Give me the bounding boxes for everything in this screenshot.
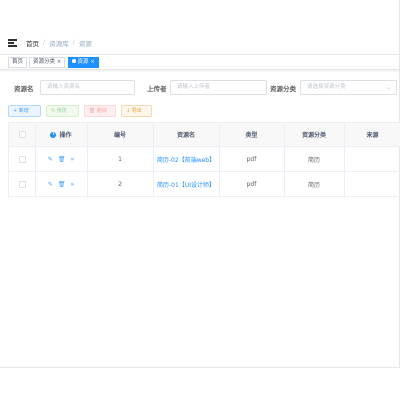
more-icon[interactable]: » [70, 156, 74, 163]
select-all-checkbox[interactable] [18, 131, 26, 138]
close-icon[interactable]: × [91, 59, 95, 65]
column-header-type: 类型 [245, 132, 258, 139]
column-header-name: 资源名 [176, 132, 195, 139]
row-select-cell [9, 147, 35, 171]
column-header-category: 资源分类 [301, 132, 326, 139]
divider [0, 367, 400, 368]
row-type: pdf [246, 155, 257, 163]
breadcrumb-separator: / [43, 38, 46, 46]
more-icon[interactable]: » [70, 181, 74, 188]
resource-table: i 操作 编号 资源名 类型 资源分类 来源 ✎ 🗑 » 1 简历-02【前端we… [8, 122, 400, 197]
resource-name-label: 资源名 [14, 85, 34, 93]
hamburger-icon[interactable] [8, 39, 17, 47]
row-checkbox[interactable] [18, 180, 26, 188]
column-header-actions: i 操作 [35, 123, 87, 146]
row-checkbox[interactable] [18, 155, 26, 163]
export-button[interactable]: ↓ 导出 [121, 105, 152, 117]
tag-label: 资源 [77, 59, 89, 65]
resource-name-input[interactable]: 请输入资源名 [40, 80, 135, 95]
tag-resource-category[interactable]: 资源分类 × [29, 57, 66, 68]
resource-name-link[interactable]: 简历-02【前端web】 [153, 147, 219, 171]
resource-name-link[interactable]: 简历-01【UI设计师】 [153, 172, 219, 196]
edit-icon[interactable]: ✎ [48, 156, 53, 163]
select-all-cell [9, 123, 35, 146]
row-source [344, 172, 400, 196]
table-row[interactable]: ✎ 🗑 » 2 简历-01【UI设计师】 pdf 简历 [9, 172, 400, 197]
column-divider [153, 123, 154, 197]
main-container: 首页 / 资源库 / 资源 首页 资源分类 × 资源 × 资源名 请输入资源名 上传… [0, 0, 400, 368]
table-row[interactable]: ✎ 🗑 » 1 简历-02【前端web】 pdf 简历 [9, 147, 400, 172]
category-select[interactable]: 请选择资源分类 ⌄ [300, 80, 397, 95]
chevron-down-icon: ⌄ [385, 84, 391, 91]
uploader-label: 上传者 [147, 85, 167, 93]
breadcrumb-item-library[interactable]: 资源库 [49, 38, 69, 48]
close-icon[interactable]: × [57, 59, 61, 65]
column-header-id: 编号 [113, 132, 126, 139]
row-select-cell [9, 172, 35, 196]
tag-label: 资源分类 [33, 59, 56, 65]
column-divider [219, 123, 220, 197]
delete-button[interactable]: 🗑 删除 [84, 105, 116, 117]
breadcrumb-separator: / [72, 38, 75, 46]
category-label: 资源分类 [270, 85, 296, 93]
info-icon: i [50, 131, 57, 138]
breadcrumb: 首页 / 资源库 / 资源 [26, 38, 92, 48]
row-category: 简历 [307, 156, 320, 164]
tag-label: 首页 [12, 59, 24, 65]
tag-resource[interactable]: 资源 × [68, 57, 99, 68]
delete-icon[interactable]: 🗑 [58, 181, 66, 188]
edit-icon[interactable]: ✎ [48, 181, 53, 188]
column-divider [344, 123, 345, 197]
table-header: i 操作 编号 资源名 类型 资源分类 来源 [9, 123, 400, 147]
category-select-placeholder: 请选择资源分类 [307, 84, 346, 90]
tag-home[interactable]: 首页 [8, 57, 28, 68]
edit-button[interactable]: ✎ 修改 [46, 105, 79, 117]
row-actions: ✎ 🗑 » [35, 147, 87, 171]
active-dot-icon [72, 59, 76, 63]
column-divider [284, 123, 285, 197]
row-actions: ✎ 🗑 » [35, 172, 87, 196]
row-id: 2 [118, 180, 122, 188]
row-category: 简历 [307, 181, 320, 189]
row-source [344, 147, 400, 171]
tags-view: 首页 资源分类 × 资源 × [0, 54, 400, 70]
breadcrumb-item-home[interactable]: 首页 [26, 38, 39, 48]
column-header-label: 操作 [59, 132, 72, 139]
uploader-input[interactable]: 请输入上传者 [170, 80, 267, 95]
column-header-source: 来源 [366, 132, 379, 139]
row-type: pdf [246, 180, 257, 188]
breadcrumb-item-current: 资源 [78, 40, 92, 48]
add-button[interactable]: + 新增 [8, 105, 41, 117]
row-id: 1 [118, 155, 122, 163]
column-divider [87, 123, 88, 197]
delete-icon[interactable]: 🗑 [58, 156, 66, 163]
column-divider [35, 123, 36, 197]
